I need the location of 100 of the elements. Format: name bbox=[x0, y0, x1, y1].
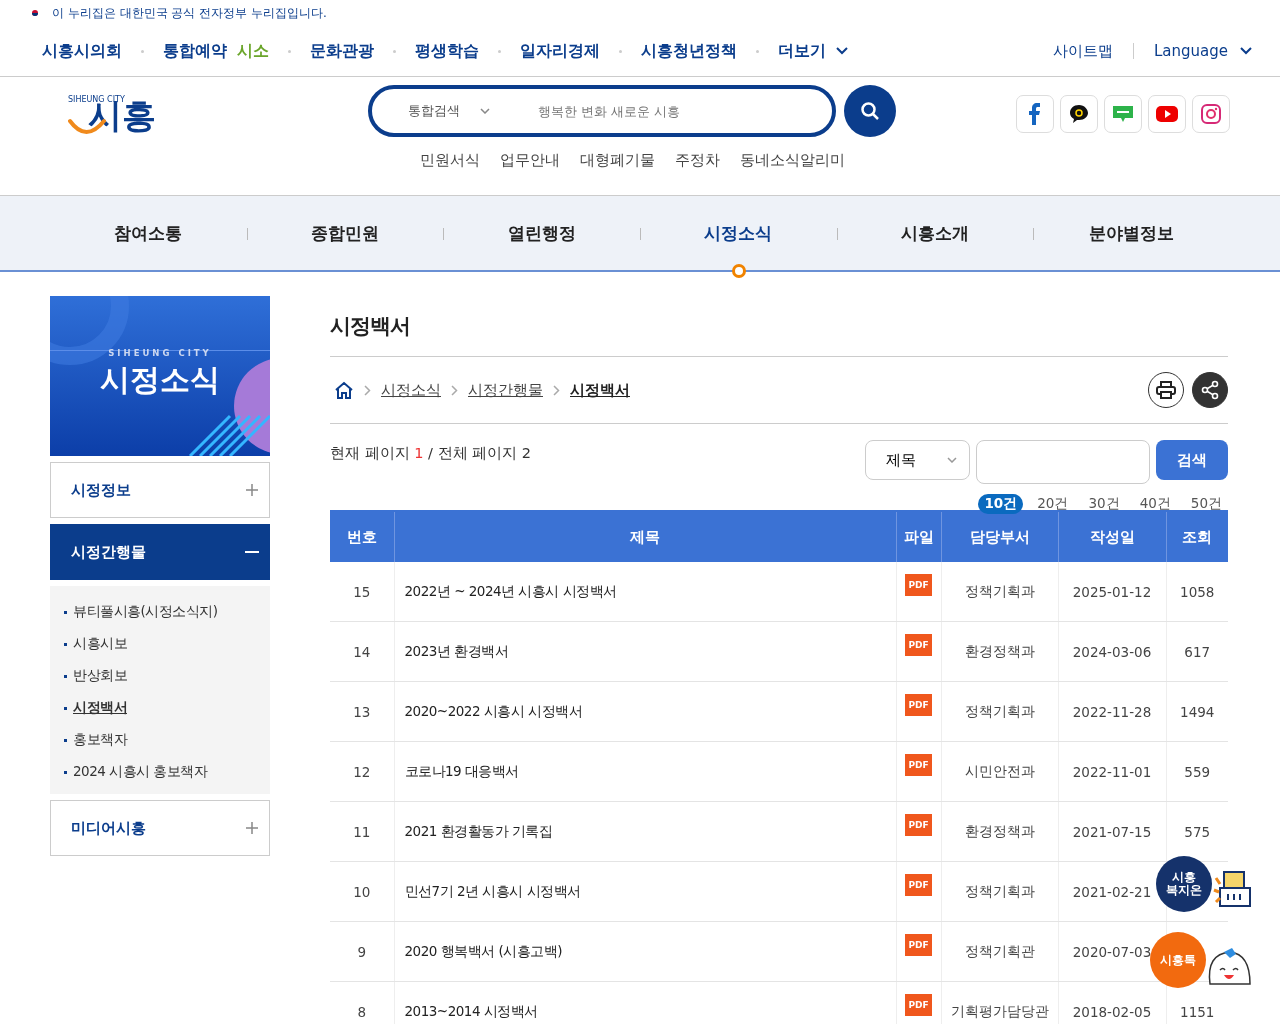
chat-bubble-icon bbox=[1068, 103, 1090, 125]
plus-icon bbox=[245, 483, 259, 497]
post-title-link[interactable]: 2022년 ~ 2024년 시흥시 시정백서 bbox=[404, 582, 617, 599]
post-title-link[interactable]: 2023년 환경백서 bbox=[404, 642, 509, 659]
page-size-option[interactable]: 10건 bbox=[978, 494, 1024, 514]
table-cell: 2020-07-03 bbox=[1072, 943, 1152, 960]
print-button[interactable] bbox=[1148, 372, 1184, 408]
column-header: 번호 bbox=[330, 511, 394, 562]
table-cell: 2022-11-28 bbox=[1072, 703, 1152, 720]
page-size-option[interactable]: 50건 bbox=[1184, 494, 1228, 514]
post-title-link[interactable]: 2020 행복백서 (시흥고백) bbox=[404, 942, 562, 959]
quick-link[interactable]: 업무안내 bbox=[499, 151, 560, 170]
chevron-right-icon bbox=[553, 384, 560, 396]
column-header: 파일 bbox=[896, 511, 941, 562]
post-title-link[interactable]: 2013~2014 시정백서 bbox=[404, 1002, 538, 1019]
search-icon bbox=[860, 101, 880, 121]
sidebar-item[interactable]: 시정정보 bbox=[50, 462, 270, 518]
table-cell: 2025-01-12 bbox=[1072, 583, 1152, 600]
printer-icon bbox=[1156, 381, 1176, 399]
search-field[interactable]: 통합검색 행복한 변화 새로운 시흥 bbox=[368, 85, 836, 137]
column-header: 제목 bbox=[394, 511, 896, 562]
page-size-option[interactable]: 30건 bbox=[1082, 494, 1126, 514]
breadcrumb-link[interactable]: 시정백서 bbox=[570, 380, 630, 400]
page-title: 시정백서 bbox=[330, 313, 411, 340]
table-cell: 2018-02-05 bbox=[1072, 1003, 1152, 1020]
post-title-link[interactable]: 민선7기 2년 시흥시 시정백서 bbox=[404, 882, 581, 899]
table-cell: 9 bbox=[357, 943, 367, 960]
keyword-field[interactable] bbox=[976, 440, 1150, 484]
table-cell: 1494 bbox=[1180, 703, 1215, 720]
table-cell: 환경정책과 bbox=[964, 822, 1035, 839]
main-nav-tab[interactable]: 열린행정 bbox=[503, 217, 580, 249]
page-info: 현재 페이지 1 / 전체 페이지 2 bbox=[330, 444, 531, 463]
table-cell: 10 bbox=[353, 883, 371, 900]
top-link[interactable]: 시흥청년정책 bbox=[641, 40, 737, 62]
chevron-right-icon bbox=[364, 384, 371, 396]
main-nav-tab[interactable]: 분야별정보 bbox=[1085, 217, 1179, 249]
search-button[interactable]: 검색 bbox=[1156, 440, 1228, 480]
table-cell: 11 bbox=[353, 823, 371, 840]
table-cell: 617 bbox=[1184, 643, 1211, 660]
submenu-link[interactable]: 홍보책자 bbox=[73, 731, 127, 749]
top-link[interactable]: 문화관광 bbox=[310, 40, 374, 62]
table-cell: 2021-07-15 bbox=[1072, 823, 1152, 840]
plus-icon bbox=[245, 821, 259, 835]
table-cell: 14 bbox=[353, 643, 371, 660]
banner-title: 시정소식 bbox=[99, 361, 221, 399]
sidebar-item[interactable]: 미디어시흥 bbox=[50, 800, 270, 856]
chevron-right-icon bbox=[451, 384, 458, 396]
social-link[interactable] bbox=[1060, 95, 1098, 133]
table-cell: 환경정책과 bbox=[964, 642, 1035, 659]
top-link[interactable]: 평생학습 bbox=[415, 40, 479, 62]
main-nav-tab[interactable]: 참여소통 bbox=[110, 217, 187, 249]
table-cell: 1151 bbox=[1180, 1003, 1215, 1020]
table-cell: 시민안전과 bbox=[964, 762, 1035, 779]
submenu-link[interactable]: 반상회보 bbox=[73, 667, 127, 685]
share-button[interactable] bbox=[1192, 372, 1228, 408]
utility-link[interactable]: Language bbox=[1153, 42, 1252, 60]
table-cell: 1058 bbox=[1180, 583, 1215, 600]
table-cell: 2024-03-06 bbox=[1072, 643, 1152, 660]
breadcrumb-link[interactable]: 시정간행물 bbox=[468, 380, 543, 400]
top-link[interactable]: 통합예약 시소 bbox=[163, 40, 269, 62]
main-nav-tab[interactable]: 종합민원 bbox=[307, 217, 383, 249]
table-cell: 정책기획과 bbox=[964, 702, 1035, 719]
submenu-link[interactable]: 2024 시흥시 홍보책자 bbox=[73, 763, 208, 781]
top-link[interactable]: 시흥시의회 bbox=[42, 40, 122, 62]
page-size-option[interactable]: 40건 bbox=[1133, 494, 1177, 514]
table-cell: 2022-11-01 bbox=[1072, 763, 1152, 780]
breadcrumb-link[interactable]: 시정소식 bbox=[381, 380, 441, 400]
search-button[interactable] bbox=[844, 85, 896, 137]
play-icon bbox=[1155, 105, 1179, 123]
table-cell: 13 bbox=[353, 703, 371, 720]
main-nav-tab[interactable]: 시정소식 bbox=[700, 217, 777, 249]
table-cell: 15 bbox=[353, 583, 371, 600]
chevron-down-icon bbox=[480, 108, 490, 114]
submenu-link[interactable]: 뷰티풀시흥(시정소식지) bbox=[73, 603, 218, 621]
table-cell: 2021-02-21 bbox=[1072, 883, 1152, 900]
active-marker bbox=[732, 264, 747, 278]
sidebar-item[interactable]: 시정간행물 bbox=[50, 524, 270, 580]
top-link[interactable]: 더보기 bbox=[778, 40, 848, 62]
search-scope-select[interactable]: 통합검색 bbox=[402, 101, 512, 121]
quick-link[interactable]: 동네소식알리미 bbox=[739, 151, 845, 170]
search-field-select[interactable]: 제목 bbox=[865, 440, 970, 480]
post-title-link[interactable]: 2021 환경활동가 기록집 bbox=[404, 822, 553, 839]
share-icon bbox=[1200, 380, 1220, 400]
page-size-option[interactable]: 20건 bbox=[1031, 494, 1075, 514]
submenu-link[interactable]: 시정백서 bbox=[73, 699, 127, 717]
quick-link[interactable]: 주정차 bbox=[674, 151, 720, 170]
floating-button[interactable]: 시흥 복지온 bbox=[1156, 856, 1212, 912]
top-link[interactable]: 일자리경제 bbox=[520, 40, 600, 62]
quick-link[interactable]: 민원서식 bbox=[419, 151, 480, 170]
quick-link[interactable]: 대형폐기물 bbox=[579, 151, 655, 170]
post-title-link[interactable]: 코로나19 대응백서 bbox=[404, 762, 519, 779]
gov-notice: 이 누리집은 대한민국 공식 전자정부 누리집입니다. bbox=[52, 4, 327, 22]
utility-link[interactable]: 사이트맵 bbox=[1052, 41, 1113, 61]
table-cell: 559 bbox=[1184, 763, 1211, 780]
home-icon[interactable] bbox=[334, 381, 354, 399]
minus-icon bbox=[245, 551, 259, 553]
submenu-link[interactable]: 시흥시보 bbox=[73, 635, 127, 653]
main-nav-tab[interactable]: 시흥소개 bbox=[897, 217, 973, 249]
column-header: 담당부서 bbox=[941, 511, 1058, 562]
post-title-link[interactable]: 2020~2022 시흥시 시정백서 bbox=[404, 702, 583, 719]
